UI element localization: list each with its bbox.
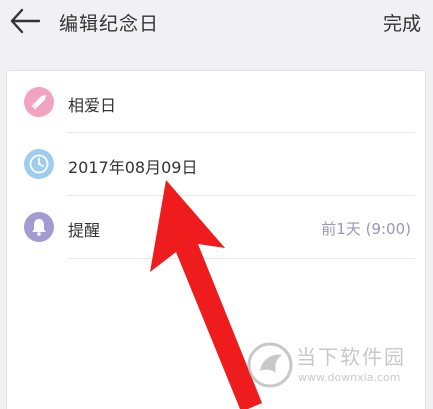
back-button[interactable] bbox=[8, 6, 42, 36]
reminder-value: 前1天 (9:00) bbox=[321, 220, 411, 238]
arrow-left-icon bbox=[10, 8, 41, 34]
pencil-icon bbox=[24, 87, 54, 117]
anniversary-name: 相爱日 bbox=[68, 96, 117, 115]
watermark-title: 当下软件园 bbox=[296, 345, 406, 369]
bell-icon bbox=[24, 212, 54, 242]
clock-icon bbox=[24, 149, 54, 179]
anniversary-date: 2017年08月09日 bbox=[68, 158, 198, 177]
watermark: 当下软件园 www.downxia.com bbox=[246, 337, 426, 397]
watermark-url: www.downxia.com bbox=[298, 371, 401, 384]
divider bbox=[68, 258, 415, 259]
done-button[interactable]: 完成 bbox=[383, 9, 421, 36]
name-row[interactable]: 相爱日 bbox=[7, 71, 425, 133]
reminder-label: 提醒 bbox=[68, 221, 101, 240]
page-title: 编辑纪念日 bbox=[59, 13, 160, 35]
screen: 编辑纪念日 完成 相爱日 2017年08月09日 提醒 前1天 (9:00) 当… bbox=[0, 0, 433, 409]
downxia-logo-icon bbox=[247, 342, 293, 388]
header-bar: 编辑纪念日 完成 bbox=[0, 0, 433, 48]
reminder-row[interactable]: 提醒 前1天 (9:00) bbox=[7, 196, 425, 258]
date-row[interactable]: 2017年08月09日 bbox=[7, 133, 425, 195]
